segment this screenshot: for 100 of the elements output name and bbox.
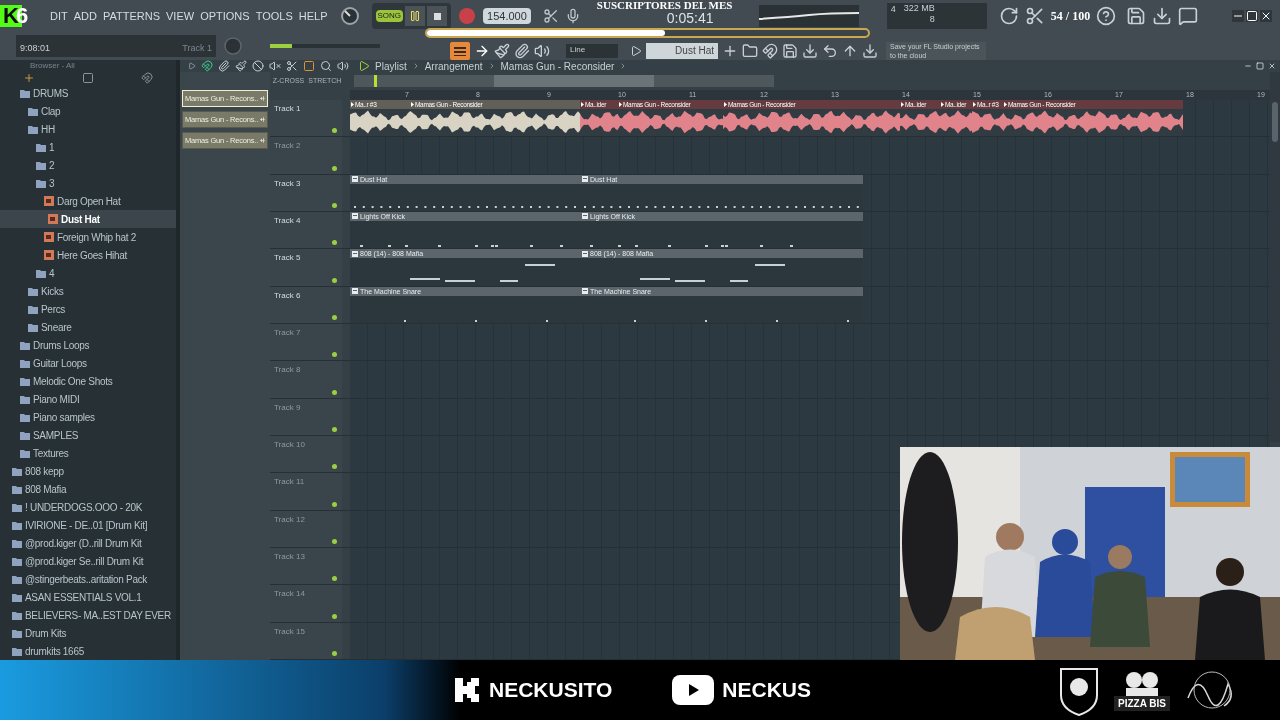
vertical-scrollbar[interactable] [1270, 72, 1280, 442]
track-led[interactable] [332, 651, 337, 656]
browser-item[interactable]: 808 Mafia [0, 480, 176, 498]
track-led[interactable] [332, 352, 337, 358]
track-header[interactable]: Track 11 [270, 473, 342, 510]
browser-item[interactable]: Clap [0, 102, 176, 120]
slice-icon[interactable] [286, 60, 298, 72]
browser-item[interactable]: Melodic One Shots [0, 372, 176, 390]
track-header[interactable]: Track 13 [270, 548, 342, 585]
play-icon[interactable] [188, 62, 196, 70]
track-header[interactable]: Track 14 [270, 585, 342, 622]
undo-icon[interactable] [822, 43, 838, 59]
browser-item[interactable]: ASAN ESSENTIALS VOL.1 [0, 588, 176, 606]
browser-item[interactable]: Guitar Loops [0, 354, 176, 372]
browser-item[interactable]: SAMPLES [0, 426, 176, 444]
paperclip-icon[interactable] [514, 43, 530, 59]
minimize-icon[interactable] [1232, 10, 1244, 22]
close-icon[interactable] [1268, 62, 1276, 70]
menu-item[interactable]: PATTERNS [102, 7, 160, 25]
breadcrumb-item[interactable]: Playlist [375, 58, 407, 74]
browser-item[interactable]: ! UNDERDOGS.OOO - 20K [0, 498, 176, 516]
browser-item[interactable]: HH [0, 120, 176, 138]
browser-item[interactable]: Piano samples [0, 408, 176, 426]
browser-item[interactable]: Kicks [0, 282, 176, 300]
play-icon[interactable] [358, 60, 370, 72]
speaker-icon[interactable] [337, 60, 349, 72]
browser-item[interactable]: BELIEVERS- MA..EST DAY EVER [0, 606, 176, 624]
add-icon[interactable] [722, 43, 738, 59]
search-icon[interactable] [320, 60, 332, 72]
track-led[interactable] [332, 277, 337, 283]
browser-item[interactable]: IVIRIONE - DE..01 [Drum Kit] [0, 516, 176, 534]
breadcrumb-item[interactable]: Arrangement [424, 58, 483, 74]
track-header[interactable]: Track 9 [270, 398, 342, 435]
save-icon[interactable] [1126, 6, 1147, 26]
song-mode-button[interactable]: SONG [375, 10, 404, 22]
track-led[interactable] [332, 501, 337, 507]
menu-item[interactable]: OPTIONS [200, 7, 250, 25]
track-led[interactable] [332, 613, 337, 619]
track-header[interactable]: Track 15 [270, 622, 342, 659]
browser-item[interactable]: @prod.kiger Se..rill Drum Kit [0, 552, 176, 570]
brush-icon[interactable] [235, 60, 247, 72]
browser-item[interactable]: Sneare [0, 318, 176, 336]
browser-item[interactable]: Percs [0, 300, 176, 318]
export-icon[interactable] [1152, 6, 1173, 26]
browser-item[interactable]: 4 [0, 264, 176, 282]
minimize-icon[interactable] [1244, 62, 1252, 70]
track-led[interactable] [332, 464, 337, 470]
refresh-icon[interactable] [998, 6, 1019, 26]
track-led[interactable] [332, 165, 337, 171]
browser-item[interactable]: 1 [0, 138, 176, 156]
track-header[interactable]: Track 3 [270, 174, 342, 211]
track-led[interactable] [332, 576, 337, 582]
menu-item[interactable]: HELP [298, 7, 328, 25]
speaker-icon[interactable] [534, 43, 550, 59]
menu-item[interactable]: DIT [50, 7, 68, 25]
browser-item[interactable]: DRUMS [0, 84, 176, 102]
track-header[interactable]: Track 8 [270, 361, 342, 398]
browser-item[interactable]: Darg Open Hat [0, 192, 176, 210]
mute-icon[interactable] [269, 60, 281, 72]
browser-item[interactable]: Textures [0, 444, 176, 462]
folder-icon[interactable] [742, 43, 758, 59]
track-led[interactable] [332, 389, 337, 395]
menu-item[interactable]: VIEW [166, 7, 195, 25]
maximize-icon[interactable] [1246, 10, 1258, 22]
magnet-icon[interactable] [201, 60, 213, 72]
browser-item[interactable]: Foreign Whip hat 2 [0, 228, 176, 246]
track-led[interactable] [332, 539, 337, 544]
track-led[interactable] [332, 203, 337, 208]
track-header[interactable]: Track 4 [270, 212, 342, 249]
playlist-tool-button[interactable] [450, 42, 470, 60]
track-header[interactable]: Track 6 [270, 286, 342, 323]
browser-item[interactable]: 2 [0, 156, 176, 174]
pause-button[interactable] [405, 6, 426, 26]
track-header[interactable]: Track 10 [270, 436, 342, 473]
track-led[interactable] [332, 128, 337, 134]
upload-icon[interactable] [842, 43, 858, 59]
menu-item[interactable]: TOOLS [255, 7, 293, 25]
select-icon[interactable] [303, 60, 315, 72]
chat-icon[interactable] [1178, 6, 1199, 26]
breadcrumb-item[interactable]: Mamas Gun - Reconsider [500, 58, 615, 74]
track-header[interactable]: Track 7 [270, 324, 342, 361]
pattern-selector[interactable]: Dust Hat [646, 43, 718, 59]
track-header[interactable]: Track 1 [270, 100, 342, 137]
track-led[interactable] [332, 240, 337, 246]
overview-scrollbar[interactable] [354, 75, 774, 87]
browser-item[interactable]: Drum Kits [0, 624, 176, 642]
track-led[interactable] [332, 315, 337, 320]
add-icon[interactable] [23, 72, 36, 84]
tempo-display[interactable]: 154.000 [483, 7, 531, 25]
track-led[interactable] [332, 427, 337, 432]
browser-item[interactable]: @stingerbeats..aritation Pack [0, 570, 176, 588]
snap-dropdown[interactable]: Line [566, 44, 618, 58]
close-icon[interactable] [1260, 10, 1272, 22]
help-icon[interactable] [1096, 6, 1117, 26]
browser-item[interactable]: Dust Hat [0, 210, 176, 228]
browser-item[interactable]: drumkits 1665 [0, 642, 176, 660]
menu-item[interactable]: ADD [73, 7, 97, 25]
brush-icon[interactable] [494, 43, 510, 59]
stop-button[interactable] [427, 6, 448, 26]
track-header[interactable]: Track 12 [270, 510, 342, 547]
